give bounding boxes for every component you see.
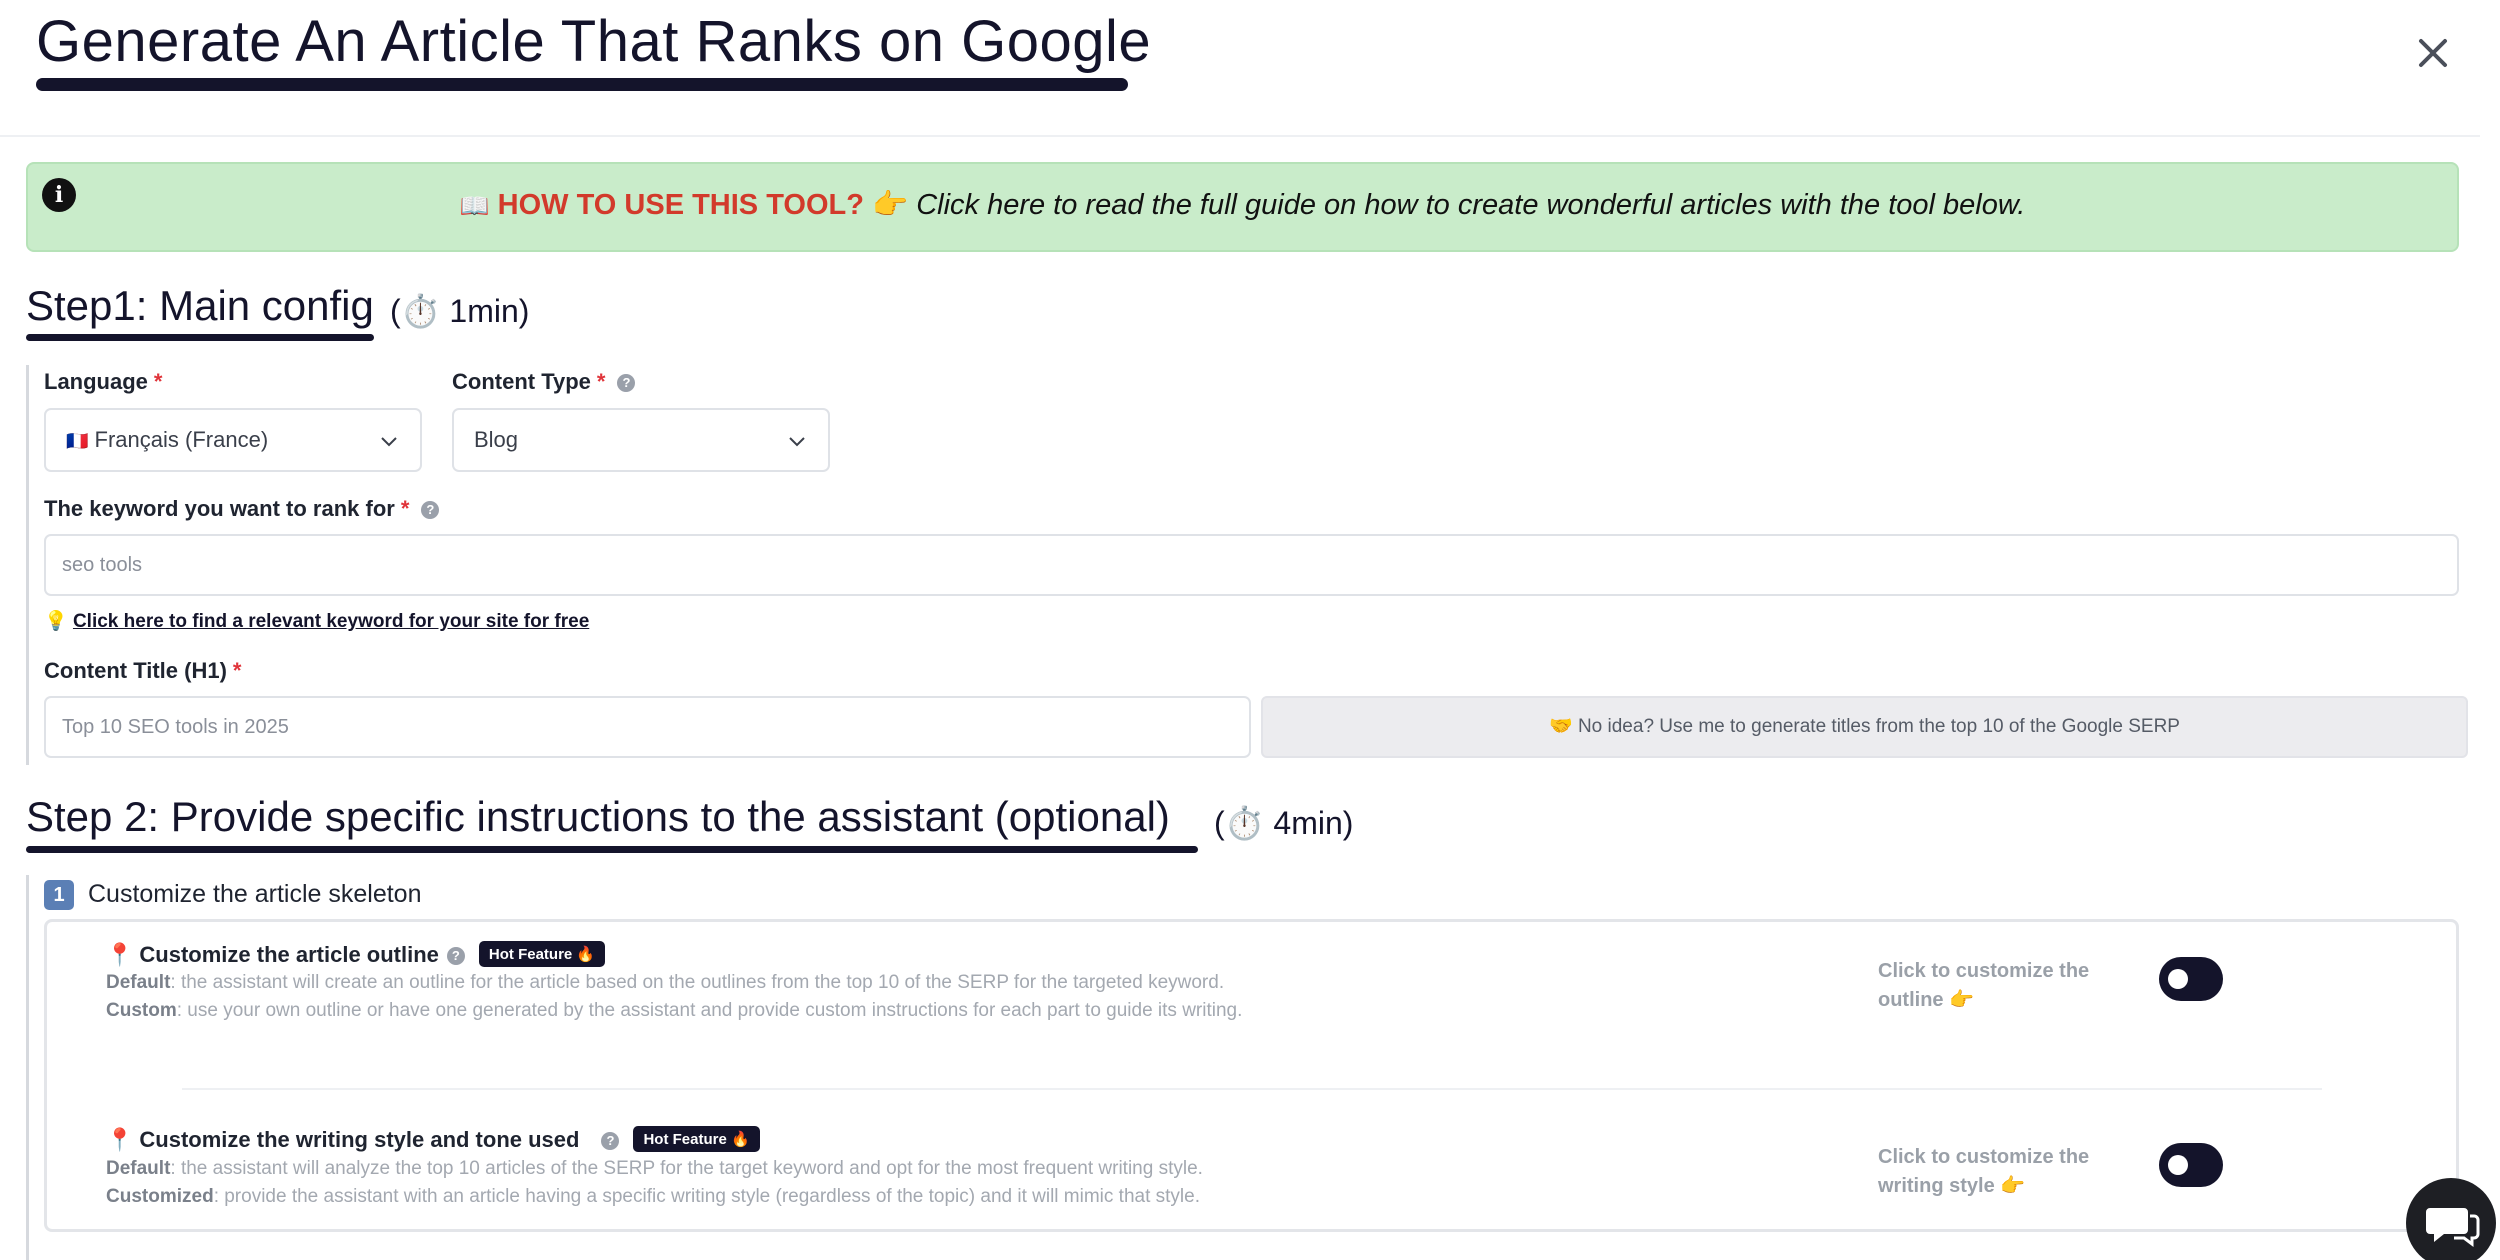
point-right-icon: 👉 [872,189,909,221]
pin-icon: 📍 [106,1127,134,1152]
page-title: Generate An Article That Ranks on Google [36,9,1152,74]
banner-text[interactable]: 📖 HOW TO USE THIS TOOL? 👉 Click here to … [26,188,2459,222]
card-divider [182,1088,2322,1090]
step2-time: (⏱️ 4min) [1214,805,1354,841]
content-type-label: Content Type *? [452,369,636,395]
feature-style-title: 📍 Customize the writing style and tone us… [106,1126,760,1153]
outline-toggle[interactable] [2159,957,2223,1001]
step2-title: Step 2: Provide specific instructions to… [26,793,1170,840]
france-flag-icon: 🇫🇷 [66,431,89,451]
help-icon[interactable]: ? [421,501,440,519]
generate-titles-button[interactable]: 🤝 No idea? Use me to generate titles fro… [1261,696,2468,758]
keyword-input[interactable]: seo tools [44,534,2459,596]
toggle-knob [2168,969,2188,989]
banner-howto: HOW TO USE THIS TOOL? [497,189,864,221]
hot-feature-badge: Hot Feature 🔥 [478,941,606,967]
keyword-label: The keyword you want to rank for *? [44,496,440,522]
content-type-select[interactable]: Blog [452,408,830,472]
step1-time: (⏱️ 1min) [390,293,530,329]
chevron-down-icon [789,437,805,447]
feature-outline-custom: Custom: use your own outline or have one… [106,1000,1243,1021]
close-icon [2419,39,2447,67]
chat-widget-button[interactable] [2406,1178,2496,1260]
style-toggle[interactable] [2159,1143,2223,1187]
feature-outline-default: Default: the assistant will create an ou… [106,972,1225,993]
outline-toggle-hint: Click to customize the outline 👉 [1878,960,2090,1011]
skeleton-section-label: Customize the article skeleton [88,880,422,908]
step1-underline [26,334,374,341]
keyword-finder-link[interactable]: Click here to find a relevant keyword fo… [73,611,589,632]
language-value: Français (France) [94,427,269,452]
language-select[interactable]: 🇫🇷 Français (France) [44,408,422,472]
step2-underline [26,846,1198,853]
pin-icon: 📍 [106,942,134,967]
toggle-knob [2168,1155,2188,1175]
book-icon: 📖 [459,193,490,220]
help-icon[interactable]: ? [446,947,465,965]
header-divider [0,135,2480,137]
close-button[interactable] [2410,30,2456,76]
feature-style-custom: Customized: provide the assistant with a… [106,1186,1200,1207]
help-icon[interactable]: ? [601,1132,620,1150]
style-toggle-hint: Click to customize the writing style 👉 [1878,1146,2090,1197]
chat-icon [2426,1208,2480,1247]
lightbulb-icon: 💡 [44,611,68,632]
step1-title: Step1: Main config [26,282,374,329]
content-title-input[interactable]: Top 10 SEO tools in 2025 [44,696,1251,758]
chevron-down-icon [381,437,397,447]
content-title-label: Content Title (H1) * [44,658,242,683]
feature-style-default: Default: the assistant will analyze the … [106,1158,1203,1179]
feature-outline-title: 📍 Customize the article outline? Hot Featu… [106,941,606,968]
help-icon[interactable]: ? [617,374,636,392]
section-number-badge: 1 [44,880,74,910]
hot-feature-badge: Hot Feature 🔥 [633,1126,760,1152]
step1-bar [26,365,29,765]
banner-guide-link[interactable]: Click here to read the full guide on how… [916,189,2025,221]
keyword-finder-line[interactable]: 💡 Click here to find a relevant keyword … [44,609,589,633]
title-underline [36,78,1128,91]
step2-bar [26,875,29,1260]
content-type-value: Blog [474,427,519,452]
language-label: Language * [44,369,163,394]
